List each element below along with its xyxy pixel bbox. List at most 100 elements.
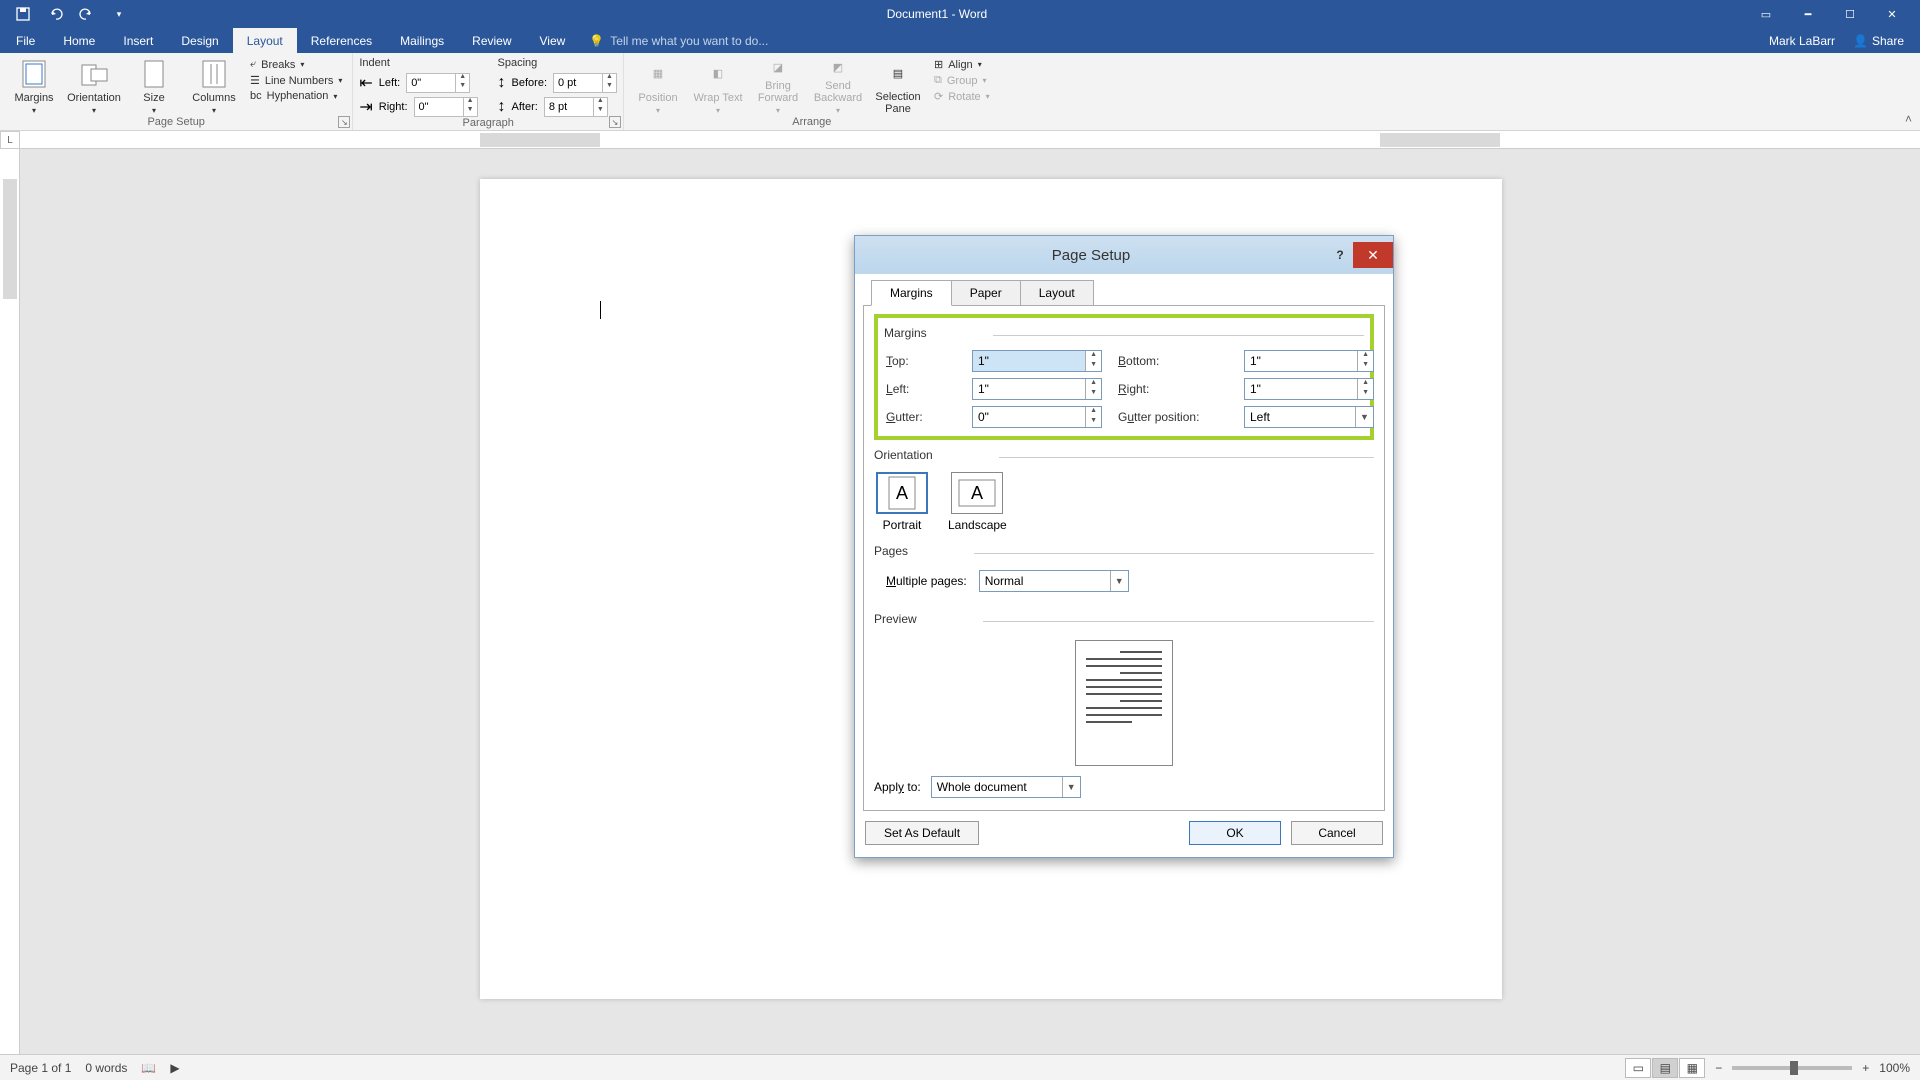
- tell-me[interactable]: 💡: [579, 28, 1769, 53]
- margins-button[interactable]: Margins▾: [6, 57, 62, 115]
- qat-customize-icon[interactable]: ▾: [110, 5, 128, 23]
- breaks-button[interactable]: ⤶Breaks▾: [246, 57, 346, 72]
- status-words[interactable]: 0 words: [85, 1061, 127, 1075]
- dialog-help-icon[interactable]: ?: [1327, 243, 1353, 267]
- breaks-icon: ⤶: [250, 58, 256, 71]
- send-backward-button[interactable]: ◩Send Backward▾: [810, 57, 866, 115]
- zoom-slider[interactable]: [1732, 1066, 1852, 1070]
- close-icon[interactable]: ✕: [1872, 2, 1912, 26]
- columns-button[interactable]: Columns▾: [186, 57, 242, 115]
- multiple-pages-select[interactable]: Normal▼: [979, 570, 1129, 592]
- set-as-default-button[interactable]: Set As Default: [865, 821, 979, 845]
- tab-references[interactable]: References: [297, 28, 386, 53]
- maximize-icon[interactable]: ☐: [1830, 2, 1870, 26]
- spin-down-icon[interactable]: ▼: [464, 107, 477, 116]
- spin-up-icon[interactable]: ▲: [1086, 379, 1101, 389]
- spin-down-icon[interactable]: ▼: [594, 107, 607, 116]
- collapse-ribbon-icon[interactable]: ˄: [1905, 112, 1912, 126]
- rotate-icon: ⟳: [934, 90, 943, 103]
- hyphenation-button[interactable]: bcHyphenation▾: [246, 89, 346, 103]
- margin-right-input[interactable]: ▲▼: [1244, 378, 1374, 400]
- multiple-pages-value: Normal: [980, 574, 1110, 588]
- dialog-titlebar[interactable]: Page Setup ? ✕: [855, 236, 1393, 274]
- spellcheck-icon[interactable]: 📖: [141, 1061, 156, 1075]
- tab-review[interactable]: Review: [458, 28, 525, 53]
- horizontal-ruler[interactable]: [20, 131, 1920, 149]
- align-button[interactable]: ⊞Align▾: [930, 57, 994, 72]
- page-setup-dialog-launcher[interactable]: ↘: [338, 116, 350, 128]
- undo-icon[interactable]: [46, 5, 64, 23]
- cancel-button[interactable]: Cancel: [1291, 821, 1383, 845]
- breaks-label: Breaks: [261, 59, 295, 71]
- save-icon[interactable]: [14, 5, 32, 23]
- gutter-label: Gutter:: [886, 410, 956, 424]
- tab-insert[interactable]: Insert: [109, 28, 167, 53]
- spacing-after-input[interactable]: ▲▼: [544, 97, 608, 117]
- macro-icon[interactable]: ▶: [170, 1061, 179, 1075]
- spin-down-icon[interactable]: ▼: [1086, 389, 1101, 399]
- rotate-button[interactable]: ⟳Rotate▾: [930, 89, 994, 104]
- margin-bottom-input[interactable]: ▲▼: [1244, 350, 1374, 372]
- bring-forward-button[interactable]: ◪Bring Forward▾: [750, 57, 806, 115]
- ribbon-display-icon[interactable]: ▭: [1746, 2, 1786, 26]
- selection-pane-button[interactable]: ▤Selection Pane: [870, 57, 926, 115]
- zoom-out-icon[interactable]: −: [1715, 1061, 1722, 1075]
- spin-up-icon[interactable]: ▲: [1086, 407, 1101, 417]
- tell-me-input[interactable]: [610, 34, 860, 48]
- spin-up-icon[interactable]: ▲: [1086, 351, 1101, 361]
- wrap-text-button[interactable]: ◧Wrap Text▾: [690, 57, 746, 115]
- tab-home[interactable]: Home: [49, 28, 109, 53]
- tab-mailings[interactable]: Mailings: [386, 28, 458, 53]
- minimize-icon[interactable]: ━: [1788, 2, 1828, 26]
- orientation-label: Orientation: [67, 92, 121, 104]
- dialog-close-icon[interactable]: ✕: [1353, 242, 1393, 268]
- size-button[interactable]: Size▾: [126, 57, 182, 115]
- margin-left-input[interactable]: ▲▼: [972, 378, 1102, 400]
- tab-design[interactable]: Design: [167, 28, 232, 53]
- dialog-tab-layout[interactable]: Layout: [1020, 280, 1094, 306]
- spin-down-icon[interactable]: ▼: [456, 83, 469, 92]
- orientation-landscape[interactable]: A Landscape: [948, 472, 1007, 532]
- vertical-ruler[interactable]: [0, 149, 20, 1054]
- spin-up-icon[interactable]: ▲: [1358, 351, 1373, 361]
- margin-top-input[interactable]: ▲▼: [972, 350, 1102, 372]
- ok-button[interactable]: OK: [1189, 821, 1281, 845]
- dialog-tab-margins[interactable]: Margins: [871, 280, 952, 306]
- indent-left-input[interactable]: ▲▼: [406, 73, 470, 93]
- apply-to-select[interactable]: Whole document▼: [931, 776, 1081, 798]
- indent-right-input[interactable]: ▲▼: [414, 97, 478, 117]
- tab-selector[interactable]: L: [0, 131, 20, 149]
- spin-down-icon[interactable]: ▼: [1358, 389, 1373, 399]
- print-layout-icon[interactable]: ▤: [1652, 1058, 1678, 1078]
- chevron-down-icon[interactable]: ▼: [1062, 777, 1080, 797]
- spin-down-icon[interactable]: ▼: [603, 83, 616, 92]
- line-numbers-button[interactable]: ☰Line Numbers▾: [246, 73, 346, 88]
- spin-down-icon[interactable]: ▼: [1086, 361, 1101, 371]
- spin-down-icon[interactable]: ▼: [1086, 417, 1101, 427]
- chevron-down-icon[interactable]: ▼: [1110, 571, 1128, 591]
- status-page[interactable]: Page 1 of 1: [10, 1061, 71, 1075]
- tab-view[interactable]: View: [526, 28, 580, 53]
- group-button[interactable]: ⧉Group▾: [930, 73, 994, 88]
- spin-up-icon[interactable]: ▲: [1358, 379, 1373, 389]
- zoom-in-icon[interactable]: +: [1862, 1061, 1869, 1075]
- paragraph-dialog-launcher[interactable]: ↘: [609, 116, 621, 128]
- orientation-button[interactable]: Orientation▾: [66, 57, 122, 115]
- chevron-down-icon[interactable]: ▼: [1355, 407, 1373, 427]
- read-mode-icon[interactable]: ▭: [1625, 1058, 1651, 1078]
- dialog-tab-paper[interactable]: Paper: [951, 280, 1021, 306]
- gutter-position-select[interactable]: Left▼: [1244, 406, 1374, 428]
- tab-layout[interactable]: Layout: [233, 28, 297, 53]
- web-layout-icon[interactable]: ▦: [1679, 1058, 1705, 1078]
- spin-down-icon[interactable]: ▼: [1358, 361, 1373, 371]
- spacing-before-input[interactable]: ▲▼: [553, 73, 617, 93]
- tab-file[interactable]: File: [2, 28, 49, 53]
- user-name[interactable]: Mark LaBarr: [1769, 34, 1835, 48]
- zoom-handle[interactable]: [1790, 1061, 1798, 1075]
- orientation-portrait[interactable]: A Portrait: [876, 472, 928, 532]
- share-button[interactable]: 👤 Share: [1853, 34, 1904, 48]
- redo-icon[interactable]: [78, 5, 96, 23]
- gutter-input[interactable]: ▲▼: [972, 406, 1102, 428]
- position-button[interactable]: ▦Position▾: [630, 57, 686, 115]
- zoom-level[interactable]: 100%: [1879, 1061, 1910, 1075]
